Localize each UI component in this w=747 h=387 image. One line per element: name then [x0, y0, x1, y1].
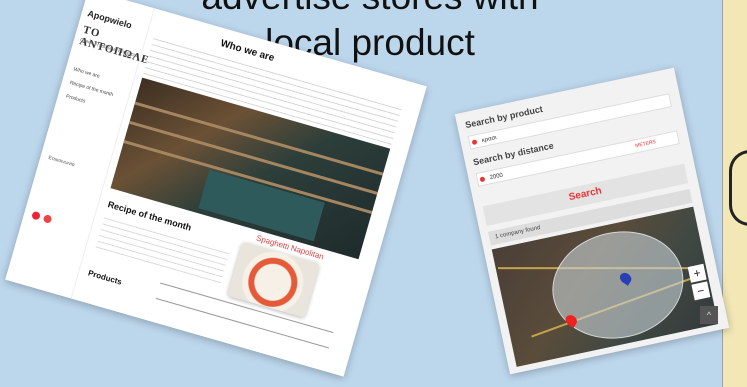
contact-heading: Επικοινωνία: [47, 154, 76, 169]
facebook-icon[interactable]: [31, 210, 41, 221]
zoom-in-button[interactable]: +: [687, 263, 707, 283]
distance-input-value: 2000: [489, 172, 504, 182]
scroll-to-top-button[interactable]: ^: [700, 306, 718, 324]
nav-item-who-we-are[interactable]: Who we are: [73, 67, 100, 80]
website-mockup-search: Search by product κρασι Search by distan…: [454, 67, 730, 375]
nav-item-products[interactable]: Products: [65, 93, 86, 104]
instagram-icon[interactable]: [42, 214, 53, 224]
section-title-products: Products: [87, 268, 123, 287]
search-radius-circle: [542, 219, 694, 351]
cartoon-figure: [729, 150, 747, 226]
zoom-out-button[interactable]: −: [691, 281, 711, 301]
recipe-text: [95, 214, 230, 286]
product-input-value: κρασι: [481, 135, 498, 145]
next-slide-preview: [722, 0, 747, 387]
